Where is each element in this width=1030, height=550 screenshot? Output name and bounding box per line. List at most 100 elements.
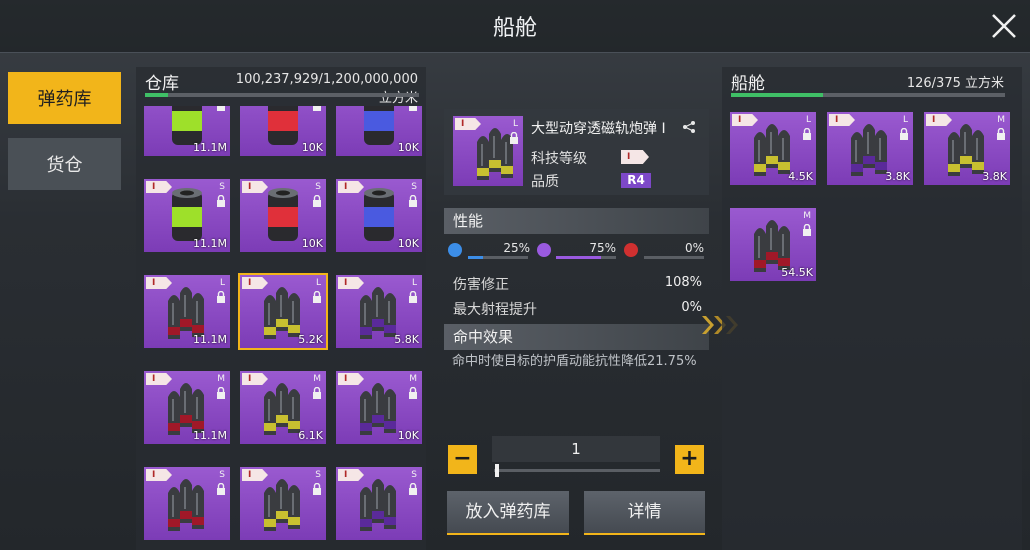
lock-icon [217, 483, 225, 495]
plasma-bar [556, 256, 616, 259]
quantity-slider[interactable] [494, 469, 660, 472]
lock-icon [900, 128, 908, 140]
item-card[interactable]: I L 11.1M [144, 275, 230, 348]
ammo-shells-icon [264, 479, 300, 531]
detail-size-label: L [512, 119, 518, 129]
size-label: S [219, 470, 225, 480]
electric-percent: 25% [503, 241, 530, 255]
lock-icon [409, 387, 417, 399]
item-quantity: 10K [397, 429, 419, 442]
size-label: M [803, 211, 811, 221]
damage-modifier-label: 伤害修正 [453, 277, 509, 293]
electric-icon [448, 243, 462, 257]
lock-icon [313, 483, 321, 495]
lock-icon [313, 195, 321, 207]
item-card[interactable]: I L 3.8K [827, 112, 913, 185]
size-label: M [997, 115, 1005, 125]
item-card[interactable]: I S 10K [240, 179, 326, 252]
ship-hold-capacity: 126/375 立方米 [906, 76, 1004, 91]
lock-icon [997, 128, 1005, 140]
lock-icon [409, 106, 417, 111]
lock-icon [217, 387, 225, 399]
plasma-icon [537, 243, 551, 257]
lock-icon [409, 483, 417, 495]
size-label: M [217, 374, 225, 384]
details-button[interactable]: 详情 [584, 491, 705, 535]
ammo-shells-icon [168, 479, 204, 531]
put-into-ammo-depot-button[interactable]: 放入弹药库 [447, 491, 569, 535]
item-card[interactable]: I M 3.8K [924, 112, 1010, 185]
item-quantity: 54.5K [781, 266, 813, 279]
page-title: 船舱 [492, 16, 537, 41]
item-card[interactable]: I S 10K [336, 179, 422, 252]
size-label: M [313, 374, 321, 384]
item-card[interactable]: I S 11.1M [144, 179, 230, 252]
fire-percent: 0% [684, 241, 704, 255]
item-card[interactable]: I L 4.5K [730, 112, 816, 185]
lock-icon [217, 106, 225, 111]
size-label: L [219, 278, 225, 288]
item-card[interactable]: I L 5.2K [238, 273, 328, 350]
quantity-input[interactable]: 1 [492, 436, 660, 462]
lock-icon [217, 195, 225, 207]
size-label: L [805, 115, 811, 125]
item-quantity: 11.1M [193, 237, 227, 250]
electric-bar [468, 256, 528, 259]
item-quantity: 4.5K [788, 170, 813, 183]
item-card[interactable]: I M 10K [336, 371, 422, 444]
item-quantity: 10K [301, 141, 323, 154]
hit-effect-text: 命中时使目标的护盾动能抗性降低21.75% [452, 354, 697, 369]
lock-icon [217, 291, 225, 303]
item-quantity: 5.8K [394, 333, 419, 346]
warehouse-capacity: 100,237,929/1,200,000,000 立方米 [235, 72, 418, 106]
item-card[interactable]: IS [336, 467, 422, 540]
lock-icon [803, 224, 811, 236]
item-card[interactable]: M 54.5K [730, 208, 816, 281]
tab-ammo-depot[interactable]: 弹药库 [8, 72, 121, 124]
ship-hold-title: 船舱 [731, 74, 765, 94]
lock-icon [803, 128, 811, 140]
item-quantity: 3.8K [885, 170, 910, 183]
item-card[interactable]: IS [240, 467, 326, 540]
plasma-percent: 75% [589, 241, 616, 255]
ammo-shells-icon [360, 479, 396, 531]
item-card[interactable]: I10K [336, 106, 422, 156]
decrease-quantity-button[interactable]: − [448, 445, 477, 474]
item-quantity: 10K [397, 141, 419, 154]
size-label: S [411, 182, 417, 192]
size-label: S [219, 182, 225, 192]
tech-level-label: 科技等级 [531, 151, 587, 167]
item-quantity: 6.1K [298, 429, 323, 442]
quantity-slider-handle[interactable] [495, 464, 499, 477]
size-label: L [315, 278, 321, 288]
fire-icon [624, 243, 638, 257]
size-label: M [409, 374, 417, 384]
performance-header: 性能 [444, 208, 709, 234]
size-label: S [315, 182, 321, 192]
size-label: S [411, 470, 417, 480]
lock-icon [313, 106, 321, 111]
item-card[interactable]: I10K [240, 106, 326, 156]
lock-icon [313, 291, 321, 303]
item-quantity: 3.8K [982, 170, 1007, 183]
share-icon[interactable] [682, 120, 696, 134]
hit-effect-header: 命中效果 [444, 324, 709, 350]
close-icon[interactable] [988, 10, 1020, 42]
quality-label: 品质 [531, 174, 559, 190]
lock-icon [313, 387, 321, 399]
item-card[interactable]: I11.1M [144, 106, 230, 156]
item-card[interactable]: I M 11.1M [144, 371, 230, 444]
ship-hold-grid: I L 4.5K I L 3.8K I M 3.8K M 54.5K [730, 112, 1020, 312]
fire-bar [644, 256, 704, 259]
detail-item-thumbnail: IL [453, 116, 523, 186]
item-card[interactable]: I L 5.8K [336, 275, 422, 348]
tab-cargo-hold[interactable]: 货仓 [8, 138, 121, 190]
damage-modifier-value: 108% [664, 275, 702, 290]
increase-quantity-button[interactable]: + [675, 445, 704, 474]
item-quantity: 10K [301, 237, 323, 250]
warehouse-capacity-bar [145, 93, 419, 97]
warehouse-grid: I11.1MI10KI10KIS11.1MIS10KIS10KIL11.1MIL… [144, 106, 426, 550]
item-card[interactable]: IS [144, 467, 230, 540]
max-range-value: 0% [681, 300, 702, 315]
item-card[interactable]: I M 6.1K [240, 371, 326, 444]
